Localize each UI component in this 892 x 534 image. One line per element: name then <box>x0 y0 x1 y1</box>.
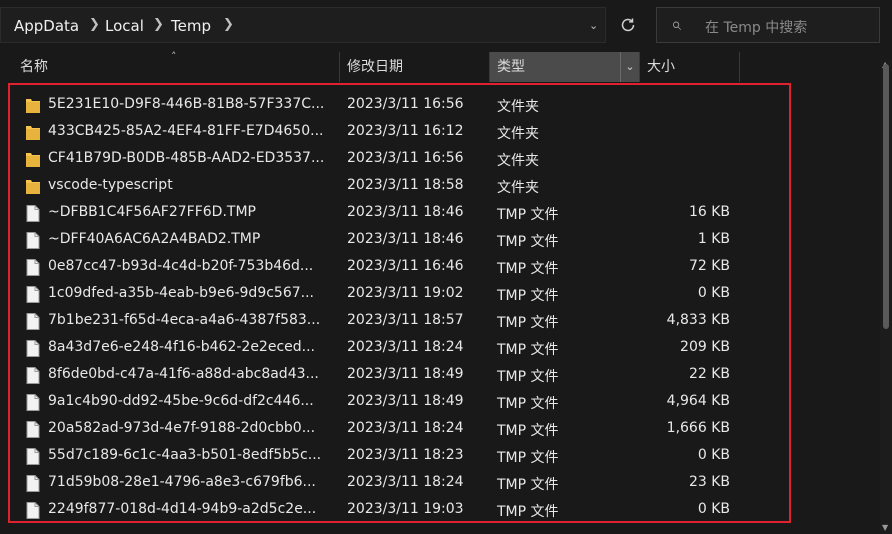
scrollbar-thumb[interactable] <box>883 64 889 329</box>
refresh-icon <box>621 18 635 32</box>
refresh-button[interactable] <box>612 9 644 41</box>
breadcrumb-item-temp[interactable]: Temp <box>171 17 211 35</box>
column-header-type[interactable]: 类型 <box>490 52 620 82</box>
chevron-down-icon[interactable]: ⌄ <box>589 19 598 32</box>
breadcrumb[interactable]: AppData ❯ Local ❯ Temp ❯ ⌄ <box>0 7 606 43</box>
chevron-right-icon[interactable]: ❯ <box>89 17 100 32</box>
column-divider[interactable] <box>739 52 740 82</box>
column-divider[interactable] <box>339 52 340 82</box>
chevron-right-icon[interactable]: ❯ <box>223 17 234 32</box>
highlight-annotation-box <box>8 83 791 523</box>
vertical-scrollbar[interactable]: ▲ ▼ <box>880 60 892 534</box>
chevron-down-icon[interactable]: ⌄ <box>620 52 639 82</box>
column-header-row: 名称 ˄ 修改日期 类型 ⌄ 大小 <box>0 50 892 82</box>
sort-ascending-icon: ˄ <box>171 50 177 63</box>
chevron-right-icon[interactable]: ❯ <box>153 17 164 32</box>
column-header-size[interactable]: 大小 <box>647 52 737 82</box>
column-header-name[interactable]: 名称 <box>20 52 338 82</box>
address-bar-region: AppData ❯ Local ❯ Temp ❯ ⌄ ⌕ 在 Temp 中搜索 <box>0 0 892 50</box>
column-divider[interactable] <box>639 52 640 82</box>
search-box[interactable]: ⌕ 在 Temp 中搜索 <box>656 7 880 43</box>
breadcrumb-item-local[interactable]: Local <box>105 17 144 35</box>
search-icon: ⌕ <box>671 14 682 35</box>
breadcrumb-item-appdata[interactable]: AppData <box>14 17 79 35</box>
search-placeholder[interactable]: 在 Temp 中搜索 <box>705 17 807 37</box>
scroll-down-icon[interactable]: ▼ <box>882 523 888 532</box>
column-header-date[interactable]: 修改日期 <box>347 52 487 82</box>
